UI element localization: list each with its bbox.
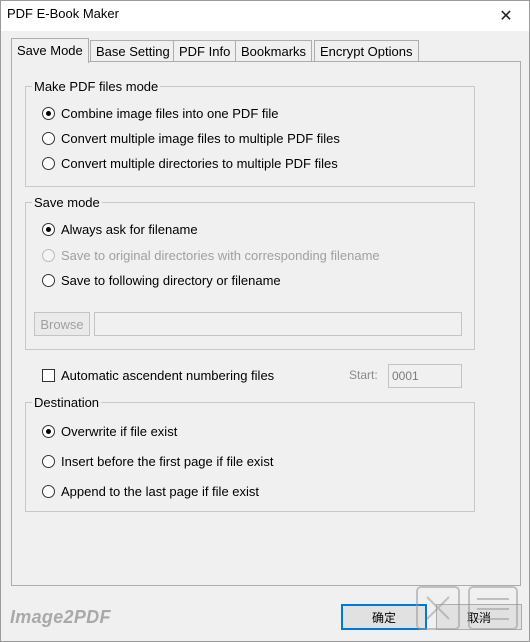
tab-save-mode[interactable]: Save Mode — [11, 38, 89, 63]
radio-button[interactable] — [42, 455, 55, 468]
start-label: Start: — [349, 368, 378, 382]
radio-images-to-pdfs[interactable]: Convert multiple image files to multiple… — [42, 131, 340, 146]
radio-insert-before[interactable]: Insert before the first page if file exi… — [42, 454, 273, 469]
app-window: PDF E-Book Maker ✕ Save Mode Base Settin… — [0, 0, 530, 642]
start-number-field: 0001 — [388, 364, 462, 388]
radio-button — [42, 249, 55, 262]
radio-button[interactable] — [42, 107, 55, 120]
radio-overwrite[interactable]: Overwrite if file exist — [42, 424, 177, 439]
radio-label: Append to the last page if file exist — [61, 484, 260, 499]
numbering-label: Automatic ascendent numbering files — [61, 368, 275, 383]
radio-append-after[interactable]: Append to the last page if file exist — [42, 484, 259, 499]
radio-label: Save to original directories with corres… — [61, 248, 380, 263]
radio-label: Save to following directory or filename — [61, 273, 281, 288]
brand-logo-text: Image2PDF — [10, 607, 111, 627]
tab-base-setting[interactable]: Base Setting — [90, 40, 176, 62]
destination-legend: Destination — [34, 395, 100, 410]
radio-button[interactable] — [42, 132, 55, 145]
radio-button[interactable] — [42, 274, 55, 287]
radio-button[interactable] — [42, 425, 55, 438]
make-pdf-mode-legend: Make PDF files mode — [34, 79, 159, 94]
close-button[interactable]: ✕ — [483, 1, 529, 31]
radio-label: Combine image files into one PDF file — [61, 106, 279, 121]
save-mode-panel: Make PDF files mode Combine image files … — [11, 61, 521, 586]
radio-label: Always ask for filename — [61, 222, 198, 237]
tab-pdf-info[interactable]: PDF Info — [173, 40, 237, 62]
radio-button[interactable] — [42, 485, 55, 498]
browse-button: Browse — [34, 312, 90, 336]
output-path-field — [94, 312, 462, 336]
radio-button[interactable] — [42, 223, 55, 236]
radio-label: Convert multiple image files to multiple… — [61, 131, 340, 146]
radio-label: Overwrite if file exist — [61, 424, 178, 439]
numbering-checkbox-row[interactable]: Automatic ascendent numbering files — [42, 368, 274, 383]
tab-encrypt-options[interactable]: Encrypt Options — [314, 40, 419, 62]
save-mode-legend: Save mode — [34, 195, 100, 210]
radio-label: Insert before the first page if file exi… — [61, 454, 274, 469]
radio-combine-images[interactable]: Combine image files into one PDF file — [42, 106, 279, 121]
tab-bookmarks[interactable]: Bookmarks — [235, 40, 313, 62]
radio-always-ask[interactable]: Always ask for filename — [42, 222, 198, 237]
radio-save-following-dir[interactable]: Save to following directory or filename — [42, 273, 281, 288]
radio-label: Convert multiple directories to multiple… — [61, 156, 338, 171]
radio-directories-to-pdfs[interactable]: Convert multiple directories to multiple… — [42, 156, 338, 171]
radio-save-original-dirs: Save to original directories with corres… — [42, 248, 380, 263]
numbering-checkbox[interactable] — [42, 369, 55, 382]
window-title: PDF E-Book Maker — [7, 6, 119, 21]
ok-button[interactable]: 确定 — [341, 604, 427, 630]
cancel-button[interactable]: 取消 — [436, 604, 522, 630]
radio-button[interactable] — [42, 157, 55, 170]
close-icon: ✕ — [499, 8, 513, 25]
title-bar: PDF E-Book Maker ✕ — [1, 1, 529, 31]
